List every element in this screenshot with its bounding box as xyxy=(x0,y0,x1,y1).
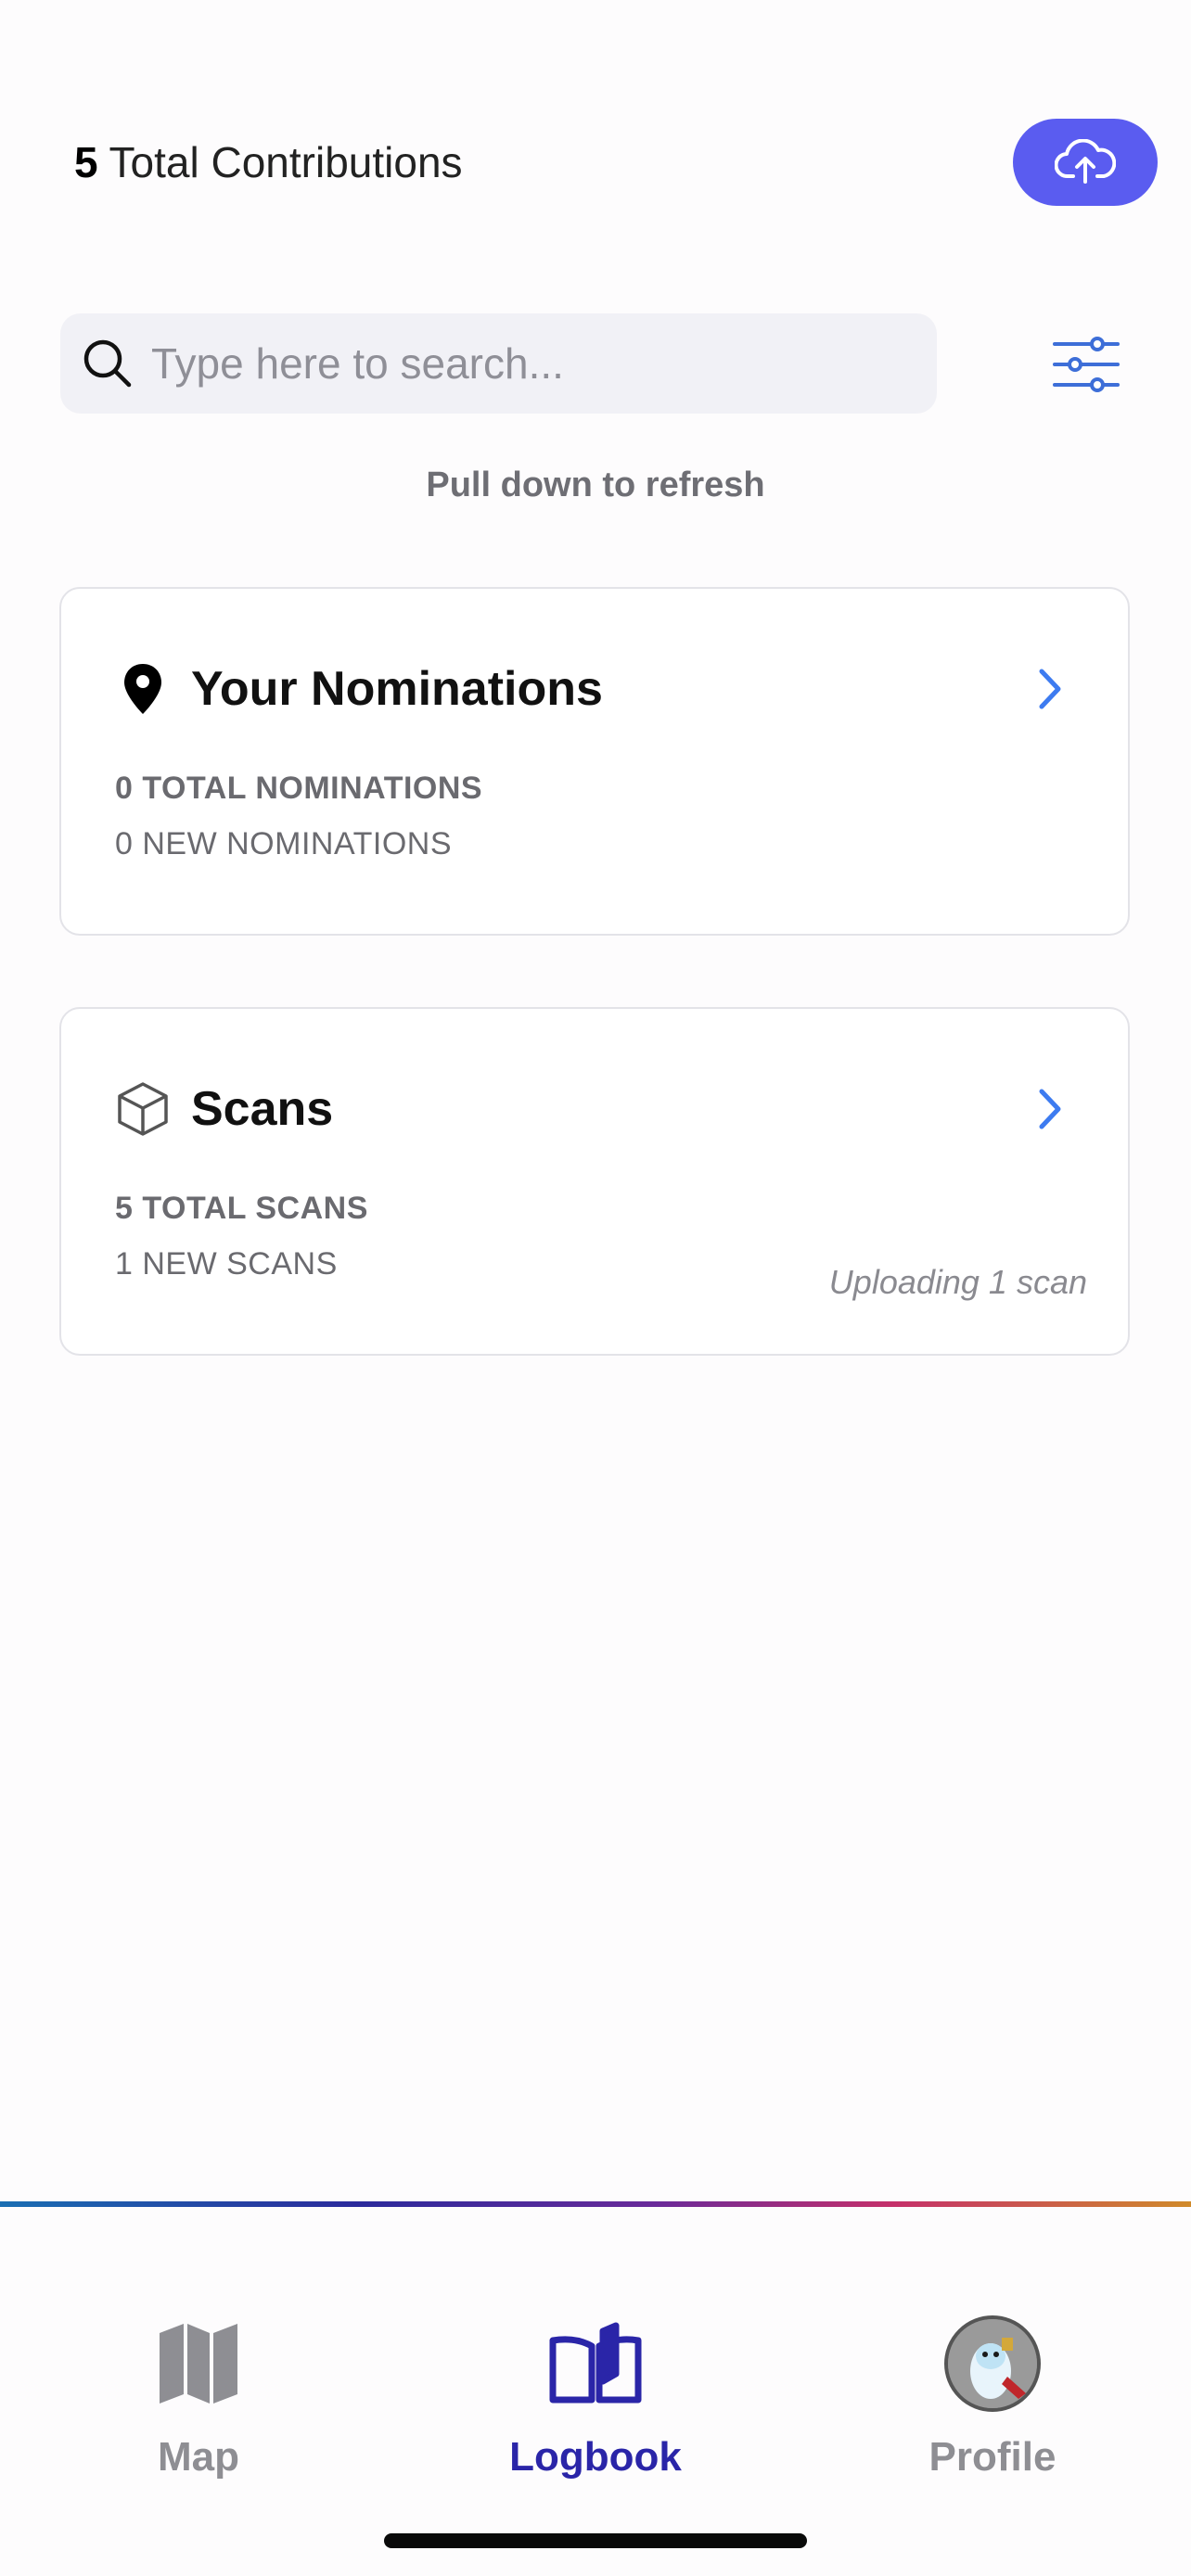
chevron-right-icon[interactable] xyxy=(1031,1083,1069,1135)
contributions-count: 5 xyxy=(74,138,98,186)
scans-card[interactable]: Scans 5 TOTAL SCANS 1 NEW SCANS Uploadin… xyxy=(59,1007,1130,1356)
cloud-upload-icon xyxy=(1055,139,1116,185)
contributions-label: Total Contributions xyxy=(109,138,463,186)
scans-new: 1 NEW SCANS xyxy=(115,1246,338,1282)
scans-total: 5 TOTAL SCANS xyxy=(115,1191,368,1226)
tab-profile-label: Profile xyxy=(928,2434,1057,2480)
tab-logbook-label: Logbook xyxy=(509,2434,682,2480)
tab-profile[interactable]: Profile xyxy=(853,2314,1132,2480)
avatar xyxy=(942,2314,1043,2414)
filter-button[interactable] xyxy=(1048,332,1124,397)
nominations-card[interactable]: Your Nominations 0 TOTAL NOMINATIONS 0 N… xyxy=(59,587,1130,936)
upload-status: Uploading 1 scan xyxy=(828,1263,1087,1301)
search-input[interactable] xyxy=(149,338,914,389)
nominations-title: Your Nominations xyxy=(191,662,603,716)
cube-icon xyxy=(115,1079,171,1139)
home-indicator[interactable] xyxy=(384,2533,807,2548)
map-pin-icon xyxy=(115,659,171,719)
avatar-image xyxy=(944,2315,1041,2412)
logbook-screen: 5 Total Contributions Type here to searc… xyxy=(0,0,1191,2576)
upload-button[interactable] xyxy=(1013,119,1158,206)
sliders-icon xyxy=(1051,335,1121,394)
tab-bar: Map Logbook Profile xyxy=(0,2207,1191,2576)
tab-map[interactable]: Map xyxy=(59,2314,338,2480)
search-bar[interactable] xyxy=(60,313,937,414)
tab-map-label: Map xyxy=(158,2434,239,2480)
scans-title: Scans xyxy=(191,1082,334,1136)
search-icon xyxy=(79,335,136,392)
nominations-total: 0 TOTAL NOMINATIONS xyxy=(115,771,483,806)
total-contributions: 5 Total Contributions xyxy=(74,130,463,195)
book-icon xyxy=(545,2314,646,2414)
map-icon xyxy=(148,2314,249,2414)
chevron-right-icon[interactable] xyxy=(1031,663,1069,715)
tab-logbook[interactable]: Logbook xyxy=(456,2314,735,2480)
nominations-new: 0 NEW NOMINATIONS xyxy=(115,826,452,861)
pull-to-refresh-hint: Pull down to refresh xyxy=(426,465,765,504)
